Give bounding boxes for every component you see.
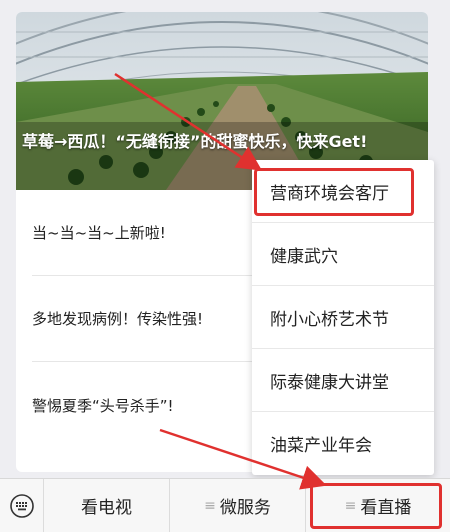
menu-item-health-wuxue[interactable]: 健康武穴 — [252, 223, 434, 286]
tab-label: 微服务 — [219, 498, 271, 518]
tab-watch-tv[interactable]: 看电视 — [44, 478, 170, 532]
tab-micro-service[interactable]: ≡ 微服务 — [170, 478, 306, 532]
menu-item-label: 油菜产业年会 — [270, 436, 372, 456]
menu-item-label: 附小心桥艺术节 — [270, 309, 389, 330]
tab-watch-live[interactable]: ≡ 看直播 — [306, 479, 450, 532]
hero-title[interactable]: 草莓→西瓜！“无缝衔接”的甜蜜快乐，快来Get! — [22, 130, 422, 154]
live-submenu: 营商环境会客厅 健康武穴 附小心桥艺术节 际泰健康大讲堂 油菜产业年会 — [252, 160, 434, 475]
keyboard-toggle-button[interactable] — [0, 478, 44, 532]
menu-item-rapeseed-conference[interactable]: 油菜产业年会 — [252, 412, 434, 475]
menu-lines-icon: ≡ — [204, 497, 216, 514]
tab-label: 看电视 — [81, 498, 132, 518]
menu-item-label: 健康武穴 — [270, 246, 338, 267]
keyboard-icon — [9, 493, 34, 518]
highlight-box — [254, 168, 414, 216]
menu-item-health-lecture[interactable]: 际泰健康大讲堂 — [252, 349, 434, 412]
bottom-menu-bar: 看电视 ≡ 微服务 ≡ 看直播 — [0, 478, 450, 532]
news-title: 警惕夏季“头号杀手”! — [32, 396, 174, 415]
menu-item-label: 际泰健康大讲堂 — [270, 372, 389, 393]
menu-item-art-festival[interactable]: 附小心桥艺术节 — [252, 286, 434, 349]
highlight-box — [310, 482, 442, 529]
news-title: 当~当~当~上新啦! — [32, 224, 166, 242]
news-title: 多地发现病例！传染性强! — [32, 310, 204, 328]
menu-item-business-lounge[interactable]: 营商环境会客厅 — [252, 160, 434, 223]
